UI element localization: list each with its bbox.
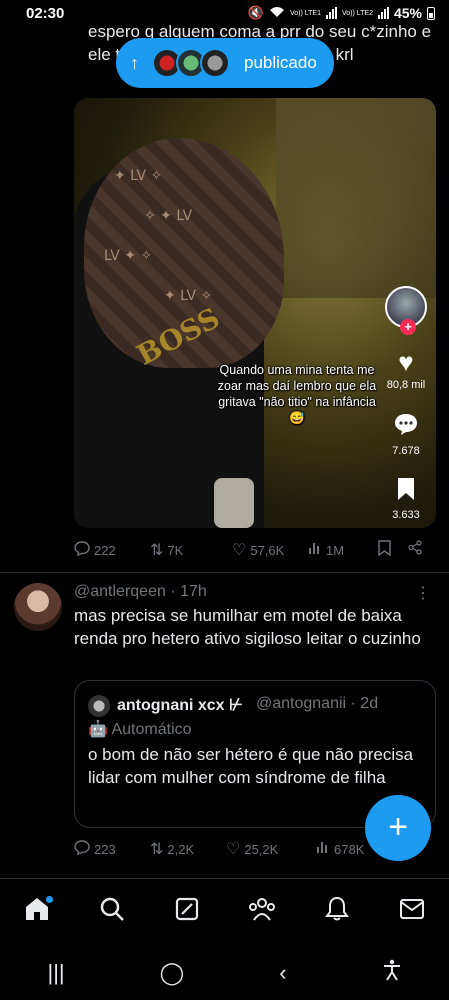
avatar [88, 695, 110, 717]
reply-button[interactable]: 223 [74, 839, 150, 860]
posted-toast[interactable]: ↑ publicado [116, 38, 334, 88]
bookmark-icon [396, 477, 416, 506]
home-button-icon[interactable]: ◯ [160, 960, 185, 986]
bookmark-outline-icon [378, 539, 391, 561]
repost-count: 7K [167, 542, 184, 558]
notifications-icon [324, 896, 349, 927]
quoted-user-name: antognani xcx ⊬ [117, 697, 243, 714]
repost-icon: ⇅ [150, 841, 164, 858]
bookmark-button[interactable] [378, 539, 408, 561]
repost-button[interactable]: ⇅ 2,2K [150, 839, 226, 859]
like-count: 57,6K [250, 542, 285, 558]
tweet-actions: 222 ⇅ 7K ♡ 57,6K 1M [74, 538, 436, 562]
status-icons: 🔇 Vo)) LTE1 Vo)) LTE2 45% [248, 5, 435, 21]
views-icon [316, 840, 330, 859]
video-comments-count: 7.678 [392, 445, 420, 457]
automated-label: 🤖 Automático [88, 721, 192, 738]
repost-icon: ⇅ [150, 542, 164, 559]
share-icon [408, 540, 423, 560]
views-button[interactable]: 1M [308, 541, 378, 560]
video-like[interactable]: ♥ 80,8 mil [387, 348, 426, 391]
system-nav: ||| ◯ ‹ [0, 946, 449, 1000]
repost-count: 2,2K [167, 841, 195, 857]
avatar[interactable] [14, 583, 62, 631]
home-tab[interactable] [17, 892, 57, 932]
follow-plus-icon[interactable]: + [400, 319, 416, 335]
like-button[interactable]: ♡ 57,6K [232, 540, 308, 560]
comment-bubble-icon [393, 411, 419, 442]
grok-icon [175, 897, 199, 926]
embedded-video[interactable]: ✦ LV ✧ ✧ ✦ LV LV ✦ ✧ ✦ LV ✧ BOSS Quando … [74, 98, 436, 528]
communities-tab[interactable] [242, 892, 282, 932]
accessibility-icon[interactable] [382, 959, 402, 987]
lte2-label: Vo)) LTE2 [341, 9, 373, 17]
video-caption: Quando uma mina tenta me zoar mas daí le… [217, 363, 377, 425]
video-comments[interactable]: 7.678 [392, 411, 420, 457]
notifications-tab[interactable] [317, 892, 357, 932]
search-icon [99, 896, 125, 927]
battery-level: 45% [393, 5, 422, 21]
video-saves-count: 3.633 [392, 509, 420, 521]
tweet-header[interactable]: @antlerqeen · 17h [74, 583, 207, 601]
signal-1-icon [325, 7, 337, 19]
reply-count: 223 [94, 841, 116, 857]
reply-icon [74, 540, 90, 561]
arrow-up-icon: ↑ [130, 52, 139, 73]
quoted-tweet-text: o bom de não ser hétero é que não precis… [88, 745, 414, 787]
divider [0, 572, 449, 573]
lte1-label: Vo)) LTE1 [289, 9, 321, 17]
signal-2-icon [377, 7, 389, 19]
mute-icon: 🔇 [247, 5, 264, 20]
back-icon[interactable]: ‹ [279, 960, 286, 986]
toast-label: publicado [244, 53, 317, 72]
repost-button[interactable]: ⇅ 7K [150, 540, 232, 560]
heart-outline-icon: ♡ [232, 542, 247, 559]
recents-icon[interactable]: ||| [47, 960, 64, 986]
quoted-user-handle: @antognanii · 2d [256, 695, 379, 712]
like-button[interactable]: ♡ 25,2K [226, 839, 316, 859]
video-save[interactable]: 3.633 [392, 477, 420, 521]
search-tab[interactable] [92, 892, 132, 932]
grok-tab[interactable] [167, 892, 207, 932]
video-side-actions: + ♥ 80,8 mil 7.678 3.633 [376, 286, 436, 521]
views-count: 1M [326, 542, 345, 558]
messages-tab[interactable] [392, 892, 432, 932]
tweet-text[interactable]: mas precisa se humilhar em motel de baix… [74, 604, 424, 650]
messages-icon [399, 898, 425, 925]
compose-button[interactable]: + [365, 795, 431, 861]
communities-icon [248, 896, 276, 927]
reply-button[interactable]: 222 [74, 540, 140, 561]
more-options-icon[interactable]: ⋮ [415, 583, 431, 603]
reply-icon [74, 839, 90, 860]
toast-avatars [152, 48, 230, 78]
user-handle[interactable]: @antlerqeen [74, 583, 166, 600]
like-count: 25,2K [244, 841, 279, 857]
bag [214, 478, 254, 528]
avatar [200, 48, 230, 78]
video-likes-count: 80,8 mil [386, 379, 426, 391]
bottom-nav [0, 878, 449, 944]
tweet-time: · 17h [170, 583, 207, 600]
heart-outline-icon: ♡ [226, 841, 241, 858]
status-time: 02:30 [26, 5, 65, 22]
views-count: 678K [334, 841, 365, 857]
notification-dot [46, 895, 54, 903]
reply-count: 222 [94, 542, 116, 558]
views-icon [308, 541, 322, 560]
wifi-icon [269, 6, 285, 21]
share-button[interactable] [408, 540, 430, 560]
creator-avatar[interactable]: + [385, 286, 427, 335]
battery-icon [427, 6, 435, 20]
heart-icon: ♥ [398, 347, 414, 377]
robot-icon: 🤖 [88, 721, 108, 738]
